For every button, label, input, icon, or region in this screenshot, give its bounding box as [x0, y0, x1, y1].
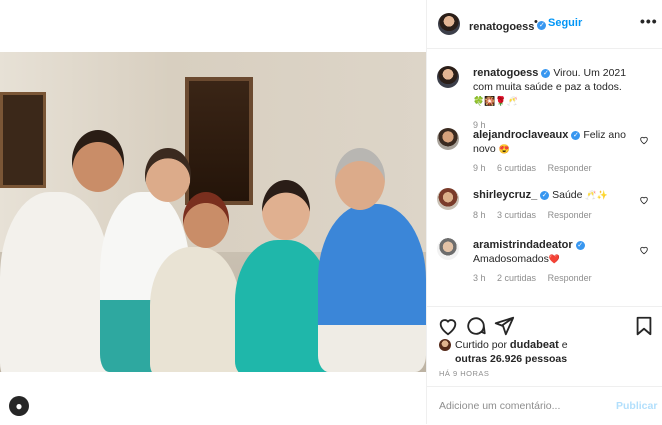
comment-meta: 3 h 2 curtidas Responder	[473, 273, 601, 283]
comment-emojis: 😍	[498, 144, 510, 154]
comment-likes[interactable]: 6 curtidas	[497, 163, 536, 173]
comment-username[interactable]: alejandroclaveaux	[473, 129, 568, 141]
comment-avatar[interactable]	[437, 188, 459, 210]
verified-icon: ✓	[541, 68, 551, 78]
heart-icon[interactable]	[639, 245, 649, 255]
comment-item: alejandroclaveaux ✓ Feliz ano novo 😍 9 h …	[437, 128, 653, 174]
comment-text-block: renatogoess ✓ Virou. Um 2021 com muita sa…	[473, 66, 633, 108]
comment-time: 3 h	[473, 273, 486, 283]
photo-person-3-head	[183, 192, 229, 248]
comment-emojis: ❤️	[548, 254, 561, 264]
comment-composer: Publicar	[427, 386, 662, 425]
liked-by: Curtido por dudabeat e outras 26.926 pes…	[439, 338, 659, 366]
reply-button[interactable]: Responder	[548, 163, 592, 173]
comment-time: 9 h	[473, 163, 486, 173]
post-timestamp[interactable]: HÁ 9 HORAS	[439, 369, 489, 378]
comments-list: renatogoess ✓ Virou. Um 2021 com muita sa…	[427, 48, 662, 300]
photo-person-2-head	[145, 148, 191, 202]
liker-avatar[interactable]	[439, 339, 451, 351]
share-icon[interactable]	[493, 315, 515, 337]
post-media-pane: ●	[0, 0, 426, 424]
comment-username[interactable]: renatogoess	[473, 67, 538, 79]
photo-person-5-head	[335, 148, 385, 210]
likes-count[interactable]: outras 26.926 pessoas	[455, 353, 567, 365]
verified-icon: ✓	[575, 240, 585, 250]
comment-username[interactable]: aramistrindadeator	[473, 239, 573, 251]
comment-item: aramistrindadeator ✓ Amadosomados❤️ 3 h 2…	[437, 238, 653, 284]
photo-doorway-left	[0, 92, 46, 188]
liked-by-text: Curtido por dudabeat e outras 26.926 pes…	[439, 338, 659, 366]
post-header: renatogoess ✓ • Seguir •••	[427, 0, 662, 49]
photo-person-1	[0, 192, 110, 372]
comment-avatar[interactable]	[437, 238, 459, 260]
comment-time: 8 h	[473, 210, 486, 220]
liked-by-prefix: Curtido por	[455, 339, 507, 351]
comment-text: Amadosomados	[473, 253, 549, 265]
comment-emojis: 🥂✨	[585, 190, 608, 200]
comment-text-block: aramistrindadeator ✓ Amadosomados❤️	[473, 238, 633, 266]
heart-icon[interactable]	[639, 135, 649, 145]
comment-emojis: 🍀🎇🌹🥂	[473, 96, 518, 106]
photo-person-1-head	[72, 130, 124, 192]
verified-icon: ✓	[540, 190, 550, 200]
author-username[interactable]: renatogoess	[469, 21, 534, 33]
comment-input[interactable]	[437, 395, 611, 417]
post-side-panel: renatogoess ✓ • Seguir ••• renatogoess ✓ V…	[426, 0, 662, 424]
comment-avatar[interactable]	[437, 128, 459, 150]
heart-icon[interactable]	[639, 195, 649, 205]
comment-likes[interactable]: 3 curtidas	[497, 210, 536, 220]
comment-text: Saúde	[552, 189, 583, 201]
verified-icon: ✓	[537, 21, 547, 31]
caption-comment: renatogoess ✓ Virou. Um 2021 com muita sa…	[437, 66, 653, 130]
photo-doorway	[185, 77, 253, 205]
comment-likes[interactable]: 2 curtidas	[497, 273, 536, 283]
profile-avatar-icon[interactable]: ●	[9, 396, 29, 416]
author-avatar[interactable]	[438, 13, 460, 35]
reply-button[interactable]: Responder	[548, 273, 592, 283]
comment-avatar[interactable]	[437, 66, 459, 88]
photo-person-3	[150, 247, 240, 372]
heart-icon[interactable]	[437, 315, 459, 337]
photo-person-4-head	[262, 180, 310, 240]
comment-icon[interactable]	[465, 315, 487, 337]
comment-item: shirleycruz_ ✓ Saúde 🥂✨ 8 h 3 curtidas Re…	[437, 188, 653, 228]
liker-username[interactable]: dudabeat	[510, 339, 559, 351]
liked-by-and: e	[561, 339, 568, 351]
photo-person-5	[318, 204, 426, 372]
comment-username[interactable]: shirleycruz_	[473, 189, 537, 201]
follow-button[interactable]: Seguir	[548, 17, 582, 29]
comment-text-block: shirleycruz_ ✓ Saúde 🥂✨	[473, 188, 633, 202]
photo-person-4	[235, 240, 330, 372]
bookmark-icon[interactable]	[633, 315, 655, 337]
comment-text-block: alejandroclaveaux ✓ Feliz ano novo 😍	[473, 128, 633, 156]
verified-icon: ✓	[571, 130, 581, 140]
comment-meta: 8 h 3 curtidas Responder	[473, 210, 601, 220]
reply-button[interactable]: Responder	[548, 210, 592, 220]
publish-button[interactable]: Publicar	[616, 400, 657, 412]
header-separator: •	[534, 16, 538, 28]
comment-meta: 9 h 6 curtidas Responder	[473, 163, 601, 173]
post-photo[interactable]	[0, 52, 426, 372]
more-icon[interactable]: •••	[640, 13, 658, 29]
